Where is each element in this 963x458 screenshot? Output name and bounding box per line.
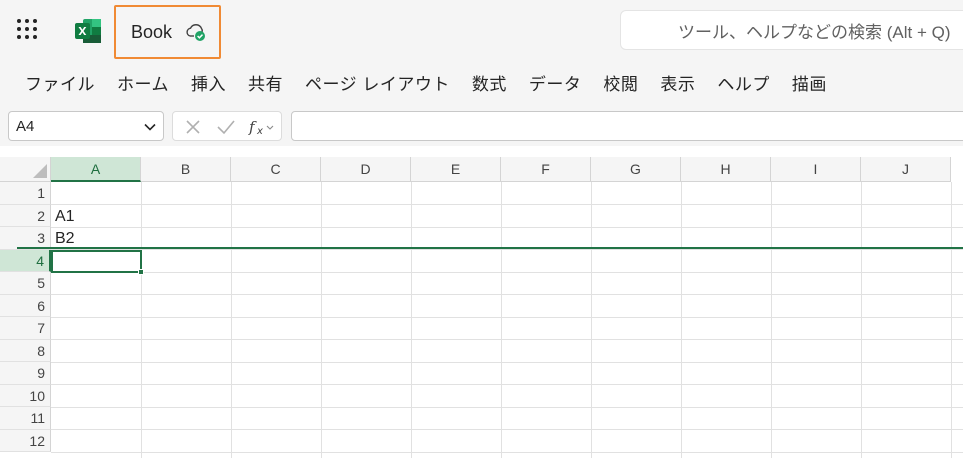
column-header-a[interactable]: A xyxy=(51,157,141,182)
gridline xyxy=(51,316,963,318)
gridline xyxy=(51,226,963,228)
column-header-c[interactable]: C xyxy=(231,157,321,182)
chevron-down-icon[interactable] xyxy=(143,120,157,134)
waffle-icon[interactable] xyxy=(14,16,40,42)
gridline xyxy=(591,182,592,458)
title-bar: Book ツール、ヘルプなどの検索 (Alt + Q) xyxy=(0,0,963,60)
tab-page-layout[interactable]: ページ レイアウト xyxy=(294,60,461,104)
row-header-7[interactable]: 7 xyxy=(0,317,51,340)
select-all-corner[interactable] xyxy=(0,157,51,182)
row-header-2[interactable]: 2 xyxy=(0,204,51,227)
gridline xyxy=(771,182,772,458)
row-header-5[interactable]: 5 xyxy=(0,272,51,295)
document-title-button[interactable]: Book xyxy=(114,5,221,59)
row-header-11[interactable]: 11 xyxy=(0,407,51,430)
gridline xyxy=(411,182,412,458)
column-header-i[interactable]: I xyxy=(771,157,861,182)
column-header-f[interactable]: F xyxy=(501,157,591,182)
gridline xyxy=(51,361,963,363)
gridline xyxy=(51,429,963,430)
tab-review[interactable]: 校閲 xyxy=(592,60,649,104)
function-fx-icon[interactable]: f x xyxy=(247,117,277,137)
excel-logo-icon[interactable] xyxy=(74,18,102,44)
fill-handle[interactable] xyxy=(138,269,144,275)
gridline xyxy=(51,451,963,453)
column-header-b[interactable]: B xyxy=(141,157,231,182)
column-header-j[interactable]: J xyxy=(861,157,951,182)
row-header-1[interactable]: 1 xyxy=(0,182,51,205)
row-header-4[interactable]: 4 xyxy=(0,249,51,272)
svg-text:f: f xyxy=(248,118,257,136)
row-header-10[interactable]: 10 xyxy=(0,384,51,407)
formula-bar: A4 f x xyxy=(0,104,963,146)
gridline xyxy=(861,182,862,458)
cancel-x-icon[interactable] xyxy=(183,117,203,137)
gridline xyxy=(51,204,963,205)
search-box[interactable]: ツール、ヘルプなどの検索 (Alt + Q) xyxy=(620,10,963,50)
search-placeholder: ツール、ヘルプなどの検索 (Alt + Q) xyxy=(678,22,951,42)
column-header-d[interactable]: D xyxy=(321,157,411,182)
row-header-9[interactable]: 9 xyxy=(0,362,51,385)
tab-file[interactable]: ファイル xyxy=(14,60,106,104)
ribbon-tabs: ファイル ホーム 挿入 共有 ページ レイアウト 数式 データ 校閲 表示 ヘル… xyxy=(0,60,963,104)
column-header-h[interactable]: H xyxy=(681,157,771,182)
checkmark-icon[interactable] xyxy=(215,117,237,137)
gridline xyxy=(681,182,682,458)
column-header-e[interactable]: E xyxy=(411,157,501,182)
gridline xyxy=(951,182,952,458)
tab-home[interactable]: ホーム xyxy=(106,60,180,104)
gridline xyxy=(51,384,963,385)
freeze-pane-line[interactable] xyxy=(17,247,963,249)
row-header-8[interactable]: 8 xyxy=(0,339,51,362)
name-box[interactable]: A4 xyxy=(8,111,164,141)
column-headers: A B C D E F G H I J xyxy=(51,157,963,182)
gridline xyxy=(51,406,963,408)
cell-a2[interactable]: A1 xyxy=(51,205,141,228)
gridline xyxy=(51,271,963,273)
gridline xyxy=(51,339,963,340)
gridline xyxy=(141,182,142,458)
tab-data[interactable]: データ xyxy=(518,60,593,104)
gridline xyxy=(51,249,963,250)
gridline xyxy=(501,182,502,458)
gridline xyxy=(231,182,232,458)
row-header-12[interactable]: 12 xyxy=(0,429,51,452)
select-all-triangle-icon xyxy=(33,164,47,178)
tab-help[interactable]: ヘルプ xyxy=(706,60,781,104)
tab-draw[interactable]: 描画 xyxy=(781,60,838,104)
formula-input[interactable] xyxy=(291,111,963,141)
cloud-check-icon xyxy=(186,24,206,41)
gridline xyxy=(51,294,963,295)
svg-text:x: x xyxy=(256,126,263,137)
column-header-g[interactable]: G xyxy=(591,157,681,182)
formula-buttons: f x xyxy=(172,111,282,141)
gridline xyxy=(321,182,322,458)
cell-area[interactable]: A1 B2 xyxy=(51,182,963,458)
tab-view[interactable]: 表示 xyxy=(649,60,706,104)
tab-formulas[interactable]: 数式 xyxy=(461,60,518,104)
tab-insert[interactable]: 挿入 xyxy=(180,60,237,104)
row-header-6[interactable]: 6 xyxy=(0,294,51,317)
name-box-value: A4 xyxy=(16,117,35,135)
worksheet-grid: A B C D E F G H I J 1 2 3 4 5 6 7 8 9 10… xyxy=(0,146,963,458)
tab-share[interactable]: 共有 xyxy=(237,60,294,104)
active-cell-a4[interactable] xyxy=(51,249,142,273)
document-name: Book xyxy=(131,21,173,42)
